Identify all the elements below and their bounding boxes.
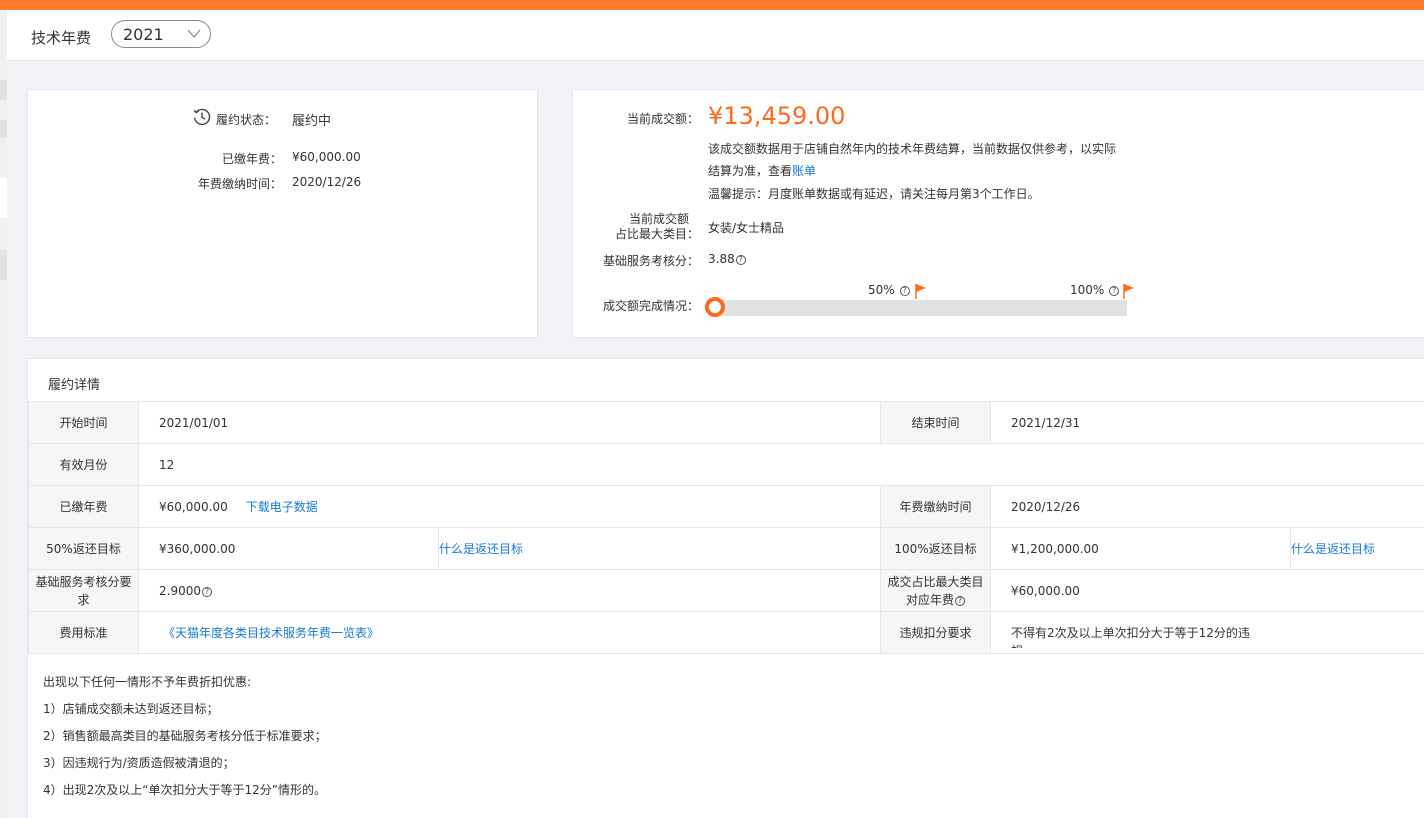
target-50-link-cell: 什么是返还目标 [438,527,882,570]
rule-item: 1）店铺成交额未达到返还目标； [43,702,219,716]
category-value: 女装/女士精品 [708,221,785,235]
contract-status-card: 履约状态： 履约中 已缴年费： ¥60,000.00 年费缴纳时间： 2020/… [27,89,538,338]
table-row: 有效月份 12 [28,443,1424,486]
help-icon[interactable]: ? [955,595,966,606]
milestone-100-wrap: 100% ? [1070,283,1120,297]
target-50-label: 50%返还目标 [28,527,139,570]
table-row: 基础服务考核分要求 2.9000? 成交占比最大类目对应年费? ¥60,000.… [28,569,1424,612]
valid-months-value: 12 [137,443,1424,486]
help-icon[interactable]: ? [202,586,212,597]
help-icon[interactable]: ? [1109,286,1120,296]
score-label: 基础服务考核分： [602,254,699,268]
sales-info-card: 当前成交额： ¥13,459.00 该成交额数据用于店铺自然年内的技术年费结算，… [572,89,1424,338]
flag-icon [915,284,926,299]
detail-title: 履约详情 [48,378,101,393]
amount-note: 该成交额数据用于店铺自然年内的技术年费结算，当前数据仅供参考，以实际 [708,142,1117,156]
score-req-value: 2.9000 [159,583,201,598]
milestone-50-wrap: 50% ? [868,283,910,297]
violation-value-cell: 不得有2次及以上单次扣分大于等于12分的违规 [990,611,1424,654]
target-50-value: ¥360,000.00 [138,527,439,570]
history-icon [193,108,211,126]
violation-value: 不得有2次及以上单次扣分大于等于12分的违规 [1011,625,1250,648]
paid-fee-label: 已缴年费： [221,152,282,166]
sidebar-active-item[interactable] [0,178,7,218]
rule-item: 3）因违规行为/资质造假被清退的； [43,756,235,770]
pay-time-value: 2020/12/26 [292,175,362,189]
paid-fee-cell: ¥60,000.00 下载电子数据 [137,485,882,528]
rule-item: 4）出现2次及以上“单次扣分大于等于12分”情形的。 [43,783,326,797]
left-sidebar-strip [0,10,7,818]
current-amount-label: 当前成交额： [626,112,699,126]
paid-fee-value: ¥60,000.00 [159,499,228,514]
fee-standard-link[interactable]: 《天猫年度各类目技术服务年费一览表》 [163,626,379,640]
pay-time-label: 年费缴纳时间： [197,177,282,191]
top-accent-bar [0,0,1424,10]
help-icon[interactable]: ? [735,255,746,265]
paid-fee-label: 已缴年费 [28,485,139,528]
target-100-value: ¥1,200,000.00 [990,527,1292,570]
category-label-line2: 占比最大类目： [614,227,699,241]
table-row: 开始时间 2021/01/01 结束时间 2021/12/31 [28,401,1424,444]
progress-track [713,300,1127,316]
current-amount-value: ¥13,459.00 [708,102,846,130]
sidebar-divider [0,120,7,138]
contract-detail-card: 履约详情 开始时间 2021/01/01 结束时间 2021/12/31 有效月… [27,358,1424,818]
page-header: 技术年费 2021 [7,10,1424,61]
what-is-target-link[interactable]: 什么是返还目标 [439,542,523,556]
year-select-value: 2021 [123,25,164,44]
table-row: 已缴年费 ¥60,000.00 下载电子数据 年费缴纳时间 2020/12/26 [28,485,1424,528]
end-time-label: 结束时间 [880,401,992,444]
end-time-value: 2021/12/31 [990,401,1424,444]
start-time-value: 2021/01/01 [137,401,882,444]
pay-time-label: 年费缴纳时间 [880,485,992,528]
detail-table: 开始时间 2021/01/01 结束时间 2021/12/31 有效月份 12 … [28,401,1424,654]
milestone-100-label: 100% [1070,283,1105,297]
table-row: 费用标准 《天猫年度各类目技术服务年费一览表》 违规扣分要求 不得有2次及以上单… [28,611,1424,654]
pay-time-value: 2020/12/26 [990,485,1424,528]
target-100-label: 100%返还目标 [880,527,992,570]
progress-knob [705,297,725,317]
score-value-wrap: 3.88? [708,252,746,266]
what-is-target-link[interactable]: 什么是返还目标 [1291,542,1375,556]
rule-item: 2）销售额最高类目的基础服务考核分低于标准要求； [43,729,327,743]
category-fee-value: ¥60,000.00 [990,569,1424,612]
year-select[interactable]: 2021 [111,20,211,48]
page-title: 技术年费 [31,29,92,47]
score-value: 3.88 [708,252,735,266]
flag-icon [1123,284,1134,299]
valid-months-label: 有效月份 [28,443,139,486]
bill-link[interactable]: 账单 [792,164,816,178]
milestone-50-label: 50% [868,283,895,297]
amount-note-line2: 结算为准，查看账单 [708,162,816,179]
help-icon[interactable]: ? [899,286,910,296]
fee-standard-cell: 《天猫年度各类目技术服务年费一览表》 [137,611,882,654]
status-value: 履约中 [292,114,332,129]
paid-fee-value: ¥60,000.00 [292,150,361,164]
category-fee-label-line2: 对应年费 [906,592,955,607]
table-row: 50%返还目标 ¥360,000.00 什么是返还目标 100%返还目标 ¥1,… [28,527,1424,570]
score-req-cell: 2.9000? [137,569,882,612]
category-fee-label: 成交占比最大类目对应年费? [880,569,992,612]
violation-label: 违规扣分要求 [880,611,992,654]
sidebar-divider [0,80,7,100]
category-fee-label-line1: 成交占比最大类目 [887,574,984,589]
chevron-down-icon [187,29,201,38]
start-time-label: 开始时间 [28,401,139,444]
download-link[interactable]: 下载电子数据 [246,500,318,514]
fee-standard-label: 费用标准 [28,611,139,654]
progress-label: 成交额完成情况： [602,299,699,313]
status-label: 履约状态： [216,113,277,127]
score-req-label: 基础服务考核分要求 [28,569,139,612]
amount-note-text: 结算为准，查看 [708,164,793,178]
tip-text: 温馨提示：月度账单数据或有延迟，请关注每月第3个工作日。 [708,187,1040,201]
target-100-link-cell: 什么是返还目标 [1290,527,1424,570]
sidebar-divider [0,250,7,280]
rules-intro: 出现以下任何一情形不予年费折扣优惠: [43,675,252,689]
